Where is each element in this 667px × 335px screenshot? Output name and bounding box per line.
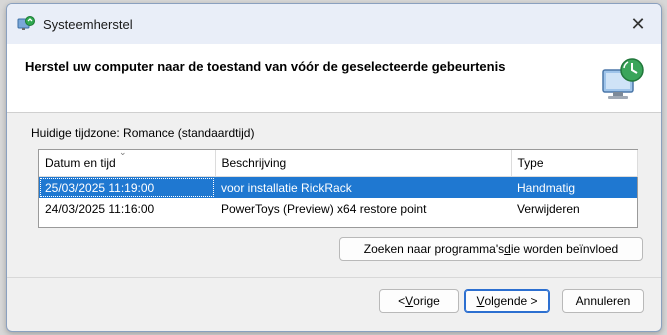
table-row[interactable]: 25/03/2025 11:19:00 voor installatie Ric…: [39, 176, 637, 198]
scan-label-accelerator: d: [504, 242, 511, 256]
next-label-accelerator: V: [476, 294, 485, 308]
cell-description: PowerToys (Preview) x64 restore point: [221, 201, 427, 216]
next-label-part2: olgende >: [484, 294, 538, 308]
cell-description: voor installatie RickRack: [215, 176, 511, 198]
window-title: Systeemherstel: [43, 16, 133, 32]
column-header-date[interactable]: ⌄ Datum en tijd: [39, 147, 216, 177]
back-button[interactable]: < Vorige: [379, 289, 459, 313]
scan-affected-programs-button[interactable]: Zoeken naar programma's d ie worden beïnv…: [339, 237, 643, 261]
next-button[interactable]: Volgende >: [464, 289, 550, 313]
cancel-button[interactable]: Annuleren: [562, 289, 644, 313]
scan-label-part1: Zoeken naar programma's: [363, 242, 505, 256]
page-heading: Herstel uw computer naar de toestand van…: [25, 59, 506, 74]
column-header-type[interactable]: Type: [511, 150, 638, 177]
timezone-label: Huidige tijdzone: Romance (standaardtijd…: [31, 126, 255, 140]
cell-date: 25/03/2025 11:19:00: [39, 176, 215, 198]
sort-caret-icon: ⌄: [119, 147, 127, 157]
cell-type: Verwijderen: [517, 201, 580, 216]
back-label-part1: <: [398, 294, 406, 308]
back-label-part2: orige: [413, 294, 440, 308]
header-panel: Herstel uw computer naar de toestand van…: [7, 44, 661, 113]
system-restore-window: Systeemherstel ✕ Herstel uw computer naa…: [6, 3, 662, 332]
close-icon: ✕: [630, 13, 646, 34]
close-button[interactable]: ✕: [615, 4, 661, 44]
restore-computer-icon: [602, 58, 644, 99]
restore-points-list[interactable]: ⌄ Datum en tijd Beschrijving Type 25/03/…: [38, 147, 638, 228]
back-label-accelerator: V: [405, 294, 414, 308]
column-header-date-label: Datum en tijd: [45, 156, 116, 170]
table-row[interactable]: 24/03/2025 11:16:00 PowerToys (Preview) …: [39, 198, 637, 219]
cell-type: Handmatig: [511, 176, 637, 198]
footer-divider: [7, 277, 661, 278]
list-header: ⌄ Datum en tijd Beschrijving Type: [39, 147, 638, 177]
title-bar: Systeemherstel ✕: [7, 4, 661, 44]
column-header-description-label: Beschrijving: [221, 156, 287, 170]
cell-date: 24/03/2025 11:16:00: [45, 201, 155, 216]
column-header-type-label: Type: [517, 156, 544, 170]
system-restore-icon: [17, 16, 35, 30]
scan-label-part2: ie worden beïnvloed: [510, 242, 619, 256]
cancel-label: Annuleren: [575, 294, 631, 308]
column-header-description[interactable]: Beschrijving: [215, 150, 512, 177]
